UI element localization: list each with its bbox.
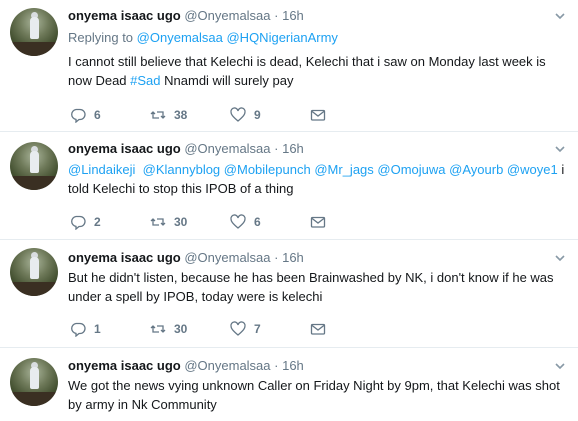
mention-link[interactable]: @Mobilepunch [224, 162, 311, 177]
tweet-text: But he didn't listen, because he has bee… [68, 270, 554, 304]
like-button[interactable]: 9 [230, 106, 261, 124]
reply-button[interactable]: 1 [70, 320, 101, 338]
tweet-header: onyema isaac ugo @Onyemalsaa · 16h [68, 8, 304, 24]
retweet-button[interactable]: 38 [150, 106, 187, 124]
reply-button[interactable]: 2 [70, 213, 101, 231]
reply-count: 6 [94, 108, 101, 122]
tweet-1[interactable]: onyema isaac ugo @Onyemalsaa · 16h Reply… [0, 0, 578, 132]
tweet-time[interactable]: · 16h [274, 358, 304, 373]
tweet-3[interactable]: onyema isaac ugo @Onyemalsaa · 16h But h… [0, 240, 578, 348]
author-name[interactable]: onyema isaac ugo [68, 8, 181, 23]
author-handle[interactable]: @Onyemalsaa [184, 8, 270, 23]
author-name[interactable]: onyema isaac ugo [68, 250, 181, 265]
chevron-down-icon[interactable] [554, 252, 566, 264]
chevron-down-icon[interactable] [554, 143, 566, 155]
mention-link[interactable]: @Ayourb [449, 162, 503, 177]
envelope-icon [310, 323, 326, 335]
mention-link[interactable]: @Mr_jags [314, 162, 373, 177]
chevron-down-icon[interactable] [554, 360, 566, 372]
mention-link[interactable]: @Lindaikeji [68, 162, 135, 177]
direct-message-button[interactable] [310, 320, 326, 338]
mention-link[interactable]: @Klannyblog [143, 162, 221, 177]
retweet-count: 30 [174, 322, 188, 336]
hashtag-link[interactable]: #Sad [130, 73, 160, 88]
author-name[interactable]: onyema isaac ugo [68, 358, 181, 373]
like-count: 9 [254, 108, 261, 122]
author-handle[interactable]: @Onyemalsaa [184, 250, 270, 265]
reply-button[interactable]: 6 [70, 106, 101, 124]
tweet-text-part: Nnamdi will surely pay [160, 73, 294, 88]
replying-to: Replying to @Onyemalsaa @HQNigerianArmy [68, 30, 338, 46]
tweet-header: onyema isaac ugo @Onyemalsaa · 16h [68, 141, 304, 157]
retweet-icon [150, 325, 166, 333]
mention-link[interactable]: @Omojuwa [377, 162, 445, 177]
replying-prefix: Replying to [68, 30, 134, 45]
tweet-time[interactable]: · 16h [274, 8, 304, 23]
reply-icon [71, 215, 86, 230]
direct-message-button[interactable] [310, 106, 326, 124]
chevron-down-icon[interactable] [554, 10, 566, 22]
tweet-feed: onyema isaac ugo @Onyemalsaa · 16h Reply… [0, 0, 578, 421]
tweet-text: I cannot still believe that Kelechi is d… [68, 52, 568, 90]
reply-icon [71, 322, 86, 337]
heart-icon [230, 107, 246, 122]
author-handle[interactable]: @Onyemalsaa [184, 358, 270, 373]
tweet-header: onyema isaac ugo @Onyemalsaa · 16h [68, 358, 304, 374]
reply-count: 1 [94, 322, 101, 336]
retweet-icon [150, 218, 166, 226]
avatar[interactable] [10, 8, 58, 56]
author-name[interactable]: onyema isaac ugo [68, 141, 181, 156]
mention-link[interactable]: @woye1 [507, 162, 558, 177]
tweet-text: We got the news vying unknown Caller on … [68, 378, 560, 412]
mention-link[interactable]: @HQNigerianArmy [226, 30, 337, 45]
reply-count: 2 [94, 215, 101, 229]
tweet-2[interactable]: onyema isaac ugo @Onyemalsaa · 16h @Lind… [0, 132, 578, 240]
envelope-icon [310, 109, 326, 121]
retweet-count: 30 [174, 215, 188, 229]
heart-icon [230, 214, 246, 229]
direct-message-button[interactable] [310, 213, 326, 231]
tweet-header: onyema isaac ugo @Onyemalsaa · 16h [68, 250, 304, 266]
retweet-button[interactable]: 30 [150, 213, 187, 231]
retweet-icon [150, 111, 166, 119]
tweet-time[interactable]: · 16h [274, 141, 304, 156]
mention-link[interactable]: @Onyemalsaa [137, 30, 223, 45]
avatar[interactable] [10, 358, 58, 406]
like-count: 7 [254, 322, 261, 336]
author-handle[interactable]: @Onyemalsaa [184, 141, 270, 156]
retweet-count: 38 [174, 108, 188, 122]
like-button[interactable]: 6 [230, 213, 261, 231]
tweet-4[interactable]: onyema isaac ugo @Onyemalsaa · 16h We go… [0, 348, 578, 421]
retweet-button[interactable]: 30 [150, 320, 187, 338]
avatar[interactable] [10, 248, 58, 296]
avatar[interactable] [10, 142, 58, 190]
reply-icon [71, 108, 86, 123]
like-button[interactable]: 7 [230, 320, 261, 338]
envelope-icon [310, 216, 326, 228]
heart-icon [230, 321, 246, 336]
tweet-time[interactable]: · 16h [274, 250, 304, 265]
like-count: 6 [254, 215, 261, 229]
tweet-text: @Lindaikeji @Klannyblog @Mobilepunch @Mr… [68, 160, 568, 198]
